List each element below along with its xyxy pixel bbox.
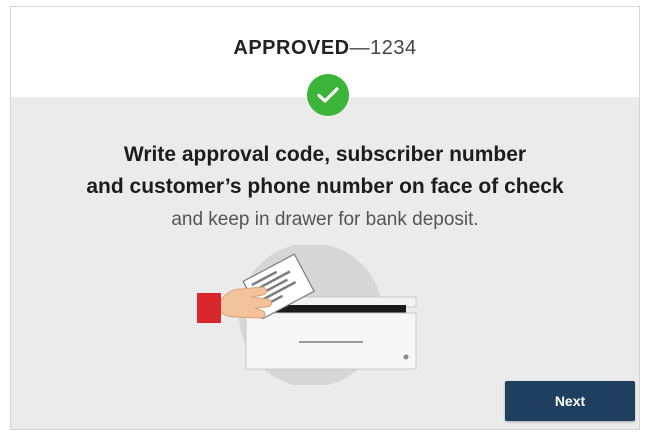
drawer-lock-icon (403, 354, 409, 360)
hand (218, 286, 272, 319)
checkmark-icon (317, 87, 339, 103)
approval-screen: APPROVED—1234 Write approval code, subsc… (10, 6, 640, 430)
red-sleeve-cuff (197, 293, 221, 323)
check-circle-icon (307, 74, 349, 116)
instruction-line-2: and customer’s phone number on face of c… (86, 175, 564, 198)
approval-title: APPROVED—1234 (11, 37, 639, 60)
approval-code: 1234 (370, 37, 417, 59)
hand-check-cash-drawer-icon (197, 245, 417, 385)
instruction-line-3: and keep in drawer for bank deposit. (171, 209, 479, 230)
drawer-handle (299, 341, 363, 343)
next-button[interactable]: Next (505, 381, 635, 421)
title-separator: — (349, 37, 371, 59)
approval-status: APPROVED (233, 37, 350, 59)
instruction-line-1: Write approval code, subscriber number (123, 143, 527, 166)
